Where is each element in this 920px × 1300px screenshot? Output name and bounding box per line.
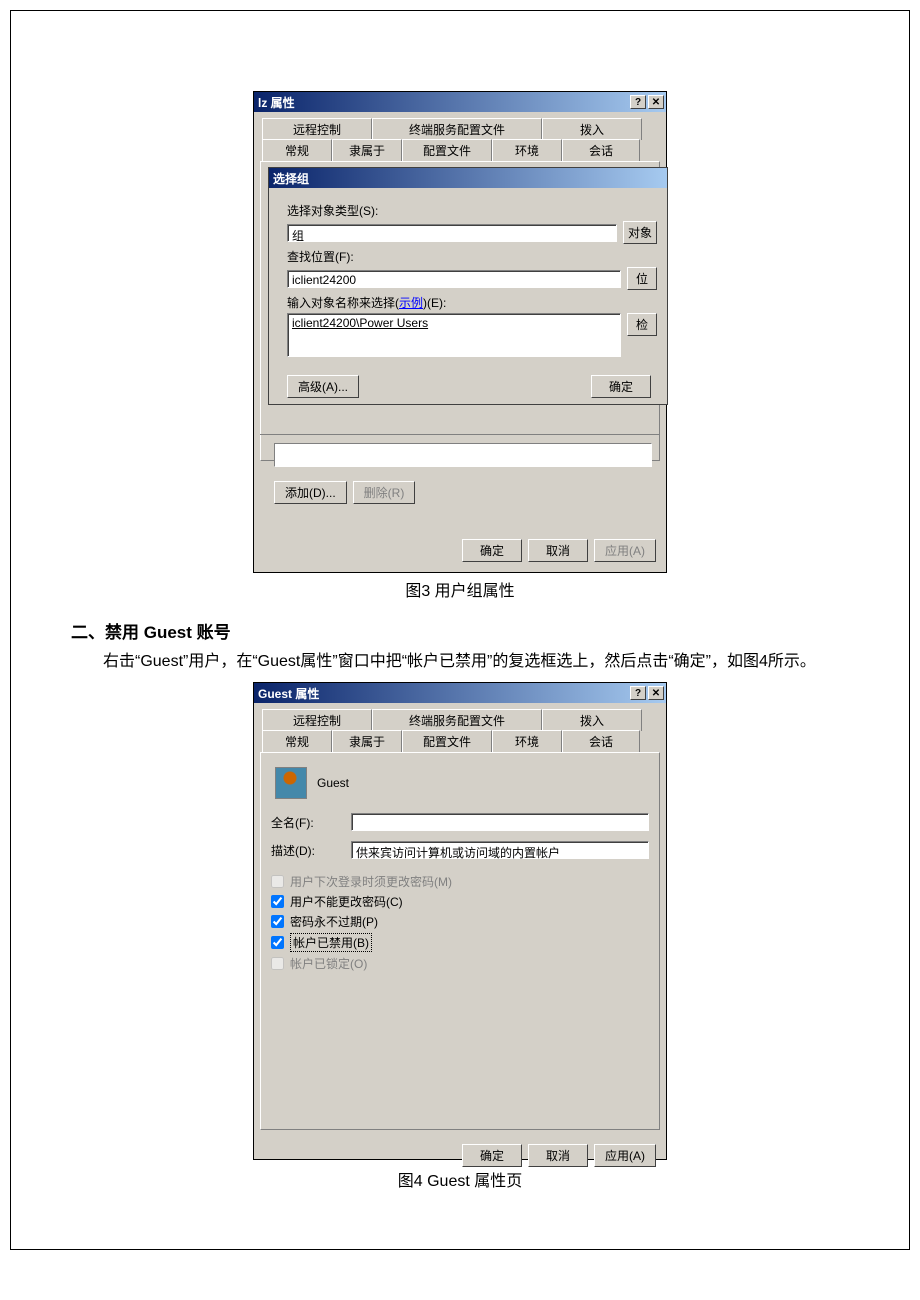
user-icon [275,767,307,799]
label-fullname: 全名(F): [271,814,351,831]
tab-ts-profile[interactable]: 终端服务配置文件 [372,118,542,140]
tab-remote-control[interactable]: 远程控制 [262,118,372,140]
object-type-button[interactable]: 对象 [623,221,657,244]
section-heading: 二、禁用 Guest 账号 [71,623,231,642]
close-icon[interactable]: ✕ [648,686,664,700]
object-names-field[interactable]: iclient24200\Power Users [287,313,621,357]
example-link[interactable]: 示例 [399,296,423,310]
figure3-caption: 图3 用户组属性 [71,577,849,601]
section-paragraph: 右击“Guest”用户，在“Guest属性”窗口中把“帐户已禁用”的复选框选上，… [71,649,849,675]
chk-password-never-expires-box[interactable] [271,915,284,928]
label-location: 查找位置(F): [287,248,657,265]
fullname-input[interactable] [351,813,649,831]
tab-session[interactable]: 会话 [562,730,640,752]
chk-account-disabled[interactable]: 帐户已禁用(B) [271,933,649,952]
dialog-title: Guest 属性 [258,685,319,702]
ok-button[interactable]: 确定 [462,539,522,562]
chk-account-locked-box [271,957,284,970]
select-group-dialog: 选择组 选择对象类型(S): 组 对象 查找位置(F): iclient2420… [268,167,668,405]
tab-memberof[interactable]: 隶属于 [332,139,402,161]
chk-must-change-password: 用户下次登录时须更改密码(M) [271,873,649,890]
location-field[interactable]: iclient24200 [287,270,621,288]
chk-account-locked: 帐户已锁定(O) [271,955,649,972]
advanced-button[interactable]: 高级(A)... [287,375,359,398]
add-button[interactable]: 添加(D)... [274,481,347,504]
label-object-names: 输入对象名称来选择(示例)(E): [287,294,657,311]
chk-cannot-change-password[interactable]: 用户不能更改密码(C) [271,893,649,910]
chk-cannot-change-password-box[interactable] [271,895,284,908]
label-object-type: 选择对象类型(S): [287,202,657,219]
tab-dialin[interactable]: 拨入 [542,709,642,731]
remove-button[interactable]: 删除(R) [353,481,416,504]
tab-profile[interactable]: 配置文件 [402,139,492,161]
tab-dialin[interactable]: 拨入 [542,118,642,140]
tab-env[interactable]: 环境 [492,730,562,752]
cancel-button[interactable]: 取消 [528,1144,588,1167]
check-names-button[interactable]: 检 [627,313,657,336]
tab-profile[interactable]: 配置文件 [402,730,492,752]
tab-env[interactable]: 环境 [492,139,562,161]
tab-remote-control[interactable]: 远程控制 [262,709,372,731]
chk-must-change-password-box [271,875,284,888]
close-icon[interactable]: ✕ [648,95,664,109]
dialog-title: lz 属性 [258,94,295,111]
dialog-titlebar: lz 属性 ? ✕ [254,92,666,112]
tab-ts-profile[interactable]: 终端服务配置文件 [372,709,542,731]
ok-button[interactable]: 确定 [462,1144,522,1167]
label-description: 描述(D): [271,842,351,859]
tab-memberof[interactable]: 隶属于 [332,730,402,752]
description-input[interactable]: 供来宾访问计算机或访问域的内置帐户 [351,841,649,859]
object-type-field[interactable]: 组 [287,224,617,242]
user-name: Guest [317,776,349,790]
apply-button[interactable]: 应用(A) [594,539,656,562]
ok-button[interactable]: 确定 [591,375,651,398]
subdialog-title: 选择组 [273,170,309,187]
tab-general[interactable]: 常规 [262,139,332,161]
chk-password-never-expires[interactable]: 密码永不过期(P) [271,913,649,930]
chk-account-disabled-box[interactable] [271,936,284,949]
apply-button[interactable]: 应用(A) [594,1144,656,1167]
subdialog-titlebar: 选择组 [269,168,667,188]
tab-general[interactable]: 常规 [262,730,332,752]
help-icon[interactable]: ? [630,686,646,700]
dialog-titlebar: Guest 属性 ? ✕ [254,683,666,703]
cancel-button[interactable]: 取消 [528,539,588,562]
location-button[interactable]: 位 [627,267,657,290]
help-icon[interactable]: ? [630,95,646,109]
tab-session[interactable]: 会话 [562,139,640,161]
